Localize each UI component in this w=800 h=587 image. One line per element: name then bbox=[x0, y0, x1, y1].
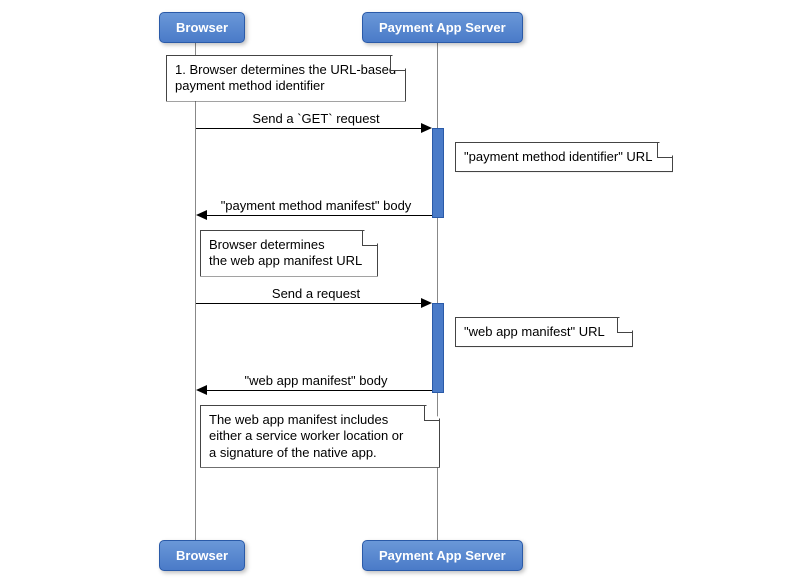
note-text: "payment method identifier" URL bbox=[464, 149, 652, 164]
note-pmi-url: "payment method identifier" URL bbox=[455, 142, 673, 172]
sequence-diagram: Browser Payment App Server 1. Browser de… bbox=[0, 0, 800, 587]
participant-server-bottom: Payment App Server bbox=[362, 540, 523, 571]
message-get-request: Send a `GET` request bbox=[196, 111, 436, 126]
note-text: either a service worker location or bbox=[209, 428, 431, 444]
note-text: payment method identifier bbox=[175, 78, 397, 94]
participant-server-top: Payment App Server bbox=[362, 12, 523, 43]
participant-browser-bottom: Browser bbox=[159, 540, 245, 571]
activation-server-1 bbox=[432, 128, 444, 218]
participant-label: Browser bbox=[176, 20, 228, 35]
note-text: 1. Browser determines the URL-based bbox=[175, 62, 397, 78]
message-method-manifest-body: "payment method manifest" body bbox=[196, 198, 436, 213]
arrow-m3 bbox=[196, 303, 424, 304]
note-text: The web app manifest includes bbox=[209, 412, 431, 428]
arrow-head-m3 bbox=[421, 298, 432, 308]
participant-label: Browser bbox=[176, 548, 228, 563]
participant-browser-top: Browser bbox=[159, 12, 245, 43]
arrow-m4 bbox=[206, 390, 432, 391]
participant-label: Payment App Server bbox=[379, 548, 506, 563]
participant-label: Payment App Server bbox=[379, 20, 506, 35]
arrow-head-m1 bbox=[421, 123, 432, 133]
message-web-app-manifest-body: "web app manifest" body bbox=[196, 373, 436, 388]
activation-server-2 bbox=[432, 303, 444, 393]
note-determine-manifest-url: Browser determines the web app manifest … bbox=[200, 230, 378, 277]
note-text: the web app manifest URL bbox=[209, 253, 369, 269]
message-send-request: Send a request bbox=[196, 286, 436, 301]
note-text: Browser determines bbox=[209, 237, 369, 253]
arrow-head-m4 bbox=[196, 385, 207, 395]
note-manifest-includes: The web app manifest includes either a s… bbox=[200, 405, 440, 468]
note-web-app-manifest-url: "web app manifest" URL bbox=[455, 317, 633, 347]
arrow-head-m2 bbox=[196, 210, 207, 220]
note-text: "web app manifest" URL bbox=[464, 324, 605, 339]
arrow-m2 bbox=[206, 215, 432, 216]
note-step-1: 1. Browser determines the URL-based paym… bbox=[166, 55, 406, 102]
note-text: a signature of the native app. bbox=[209, 445, 431, 461]
arrow-m1 bbox=[196, 128, 424, 129]
